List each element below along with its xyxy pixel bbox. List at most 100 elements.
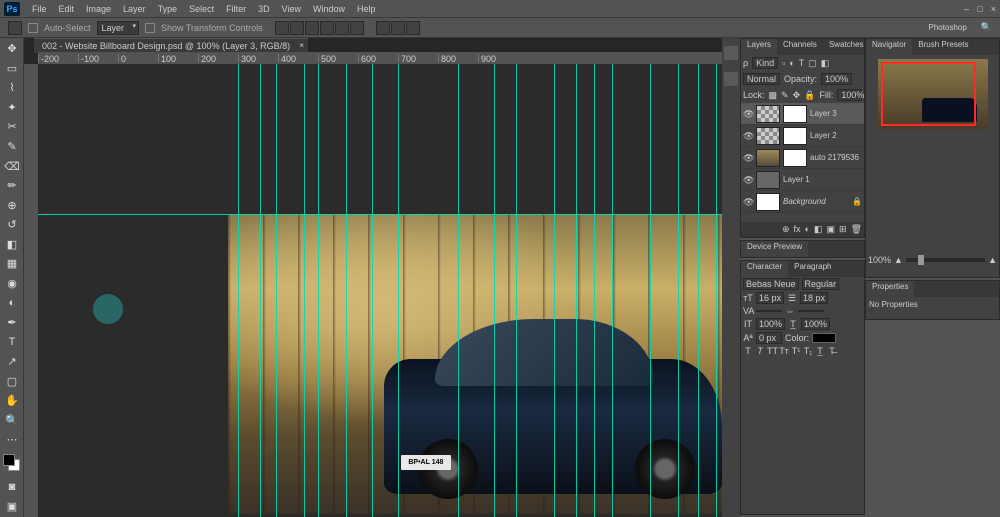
- guide-vertical[interactable]: [372, 64, 373, 517]
- tracking[interactable]: [798, 310, 824, 312]
- align-icon[interactable]: [275, 21, 289, 35]
- path-tool-icon[interactable]: ↗: [2, 353, 22, 371]
- tab-close-icon[interactable]: ×: [299, 41, 304, 50]
- filter-shape-icon[interactable]: ▢: [808, 58, 817, 69]
- guide-vertical[interactable]: [678, 64, 679, 517]
- visibility-icon[interactable]: 👁: [743, 131, 753, 141]
- document-tab[interactable]: 002 - Website Billboard Design.psd @ 100…: [34, 38, 308, 53]
- guide-vertical[interactable]: [318, 64, 319, 517]
- maximize-icon[interactable]: □: [977, 4, 982, 14]
- zoom-out-icon[interactable]: ▲: [894, 255, 903, 265]
- guide-vertical[interactable]: [698, 64, 699, 517]
- fill-value[interactable]: 100%: [837, 89, 862, 101]
- guide-vertical[interactable]: [612, 64, 613, 517]
- visibility-icon[interactable]: 👁: [743, 175, 753, 185]
- layer-thumbnail[interactable]: [756, 193, 780, 211]
- align-icon[interactable]: [320, 21, 334, 35]
- guide-horizontal[interactable]: [38, 214, 722, 215]
- guide-vertical[interactable]: [716, 64, 717, 517]
- layer-action-icon[interactable]: fx: [794, 224, 801, 235]
- font-size[interactable]: 16 px: [756, 292, 784, 304]
- filter-adj-icon[interactable]: ◐: [789, 58, 794, 68]
- menu-file[interactable]: File: [26, 4, 53, 14]
- layer-action-icon[interactable]: ⊞: [839, 224, 847, 235]
- history-panel-icon[interactable]: [724, 46, 738, 60]
- guide-vertical[interactable]: [516, 64, 517, 517]
- menu-help[interactable]: Help: [351, 4, 382, 14]
- filter-smart-icon[interactable]: ◧: [821, 58, 830, 69]
- guide-vertical[interactable]: [494, 64, 495, 517]
- lock-pixels-icon[interactable]: ✎: [781, 90, 789, 101]
- layer-name[interactable]: auto 2179536: [810, 153, 862, 162]
- hand-tool-icon[interactable]: ✋: [2, 392, 22, 410]
- guide-vertical[interactable]: [594, 64, 595, 517]
- tab-paragraph[interactable]: Paragraph: [788, 261, 837, 277]
- menu-view[interactable]: View: [276, 4, 307, 14]
- layer-name[interactable]: Layer 3: [810, 109, 862, 118]
- visibility-icon[interactable]: 👁: [743, 153, 753, 163]
- type-tool-icon[interactable]: T: [2, 333, 22, 351]
- layer-mask-thumbnail[interactable]: [783, 149, 807, 167]
- layer-thumbnail[interactable]: [756, 127, 780, 145]
- guide-vertical[interactable]: [458, 64, 459, 517]
- layer-row[interactable]: 👁 Layer 2: [741, 125, 864, 147]
- layer-row[interactable]: 👁 Layer 1: [741, 169, 864, 191]
- align-icon[interactable]: [350, 21, 364, 35]
- subscript-icon[interactable]: T₁: [803, 346, 813, 356]
- distribute-icon[interactable]: [376, 21, 390, 35]
- screen-mode-icon[interactable]: ▣: [2, 498, 22, 516]
- magic-wand-tool-icon[interactable]: ✦: [2, 99, 22, 117]
- minimize-icon[interactable]: –: [964, 4, 969, 14]
- text-color-swatch[interactable]: [812, 333, 836, 343]
- tab-navigator[interactable]: Navigator: [866, 39, 912, 55]
- allcaps-icon[interactable]: TT: [767, 346, 777, 356]
- opacity-value[interactable]: 100%: [821, 73, 852, 85]
- layer-name[interactable]: Layer 2: [810, 131, 862, 140]
- guide-vertical[interactable]: [398, 64, 399, 517]
- move-tool-icon[interactable]: ✥: [2, 40, 22, 58]
- layer-row[interactable]: 👁 auto 2179536: [741, 147, 864, 169]
- menu-filter[interactable]: Filter: [220, 4, 252, 14]
- layer-action-icon[interactable]: ▣: [827, 224, 836, 235]
- layer-name[interactable]: Layer 1: [783, 175, 862, 184]
- dodge-tool-icon[interactable]: ◐: [2, 294, 22, 312]
- layer-action-icon[interactable]: 🗑: [851, 224, 862, 235]
- menu-window[interactable]: Window: [307, 4, 351, 14]
- zoom-value[interactable]: 100%: [868, 255, 891, 265]
- shape-tool-icon[interactable]: ▢: [2, 372, 22, 390]
- visibility-icon[interactable]: 👁: [743, 197, 753, 207]
- align-icon[interactable]: [335, 21, 349, 35]
- canvas[interactable]: BP•AL 148: [38, 64, 722, 517]
- layer-action-icon[interactable]: ⊕: [782, 224, 790, 235]
- tab-layers[interactable]: Layers: [741, 39, 777, 55]
- leading[interactable]: 18 px: [800, 292, 828, 304]
- menu-select[interactable]: Select: [183, 4, 220, 14]
- blur-tool-icon[interactable]: ◉: [2, 275, 22, 293]
- zoom-in-icon[interactable]: ▲: [988, 255, 997, 265]
- guide-vertical[interactable]: [554, 64, 555, 517]
- menu-3d[interactable]: 3D: [252, 4, 276, 14]
- layer-action-icon[interactable]: ◐: [805, 224, 810, 235]
- hscale[interactable]: 100%: [801, 318, 830, 330]
- strike-icon[interactable]: T̶: [827, 346, 837, 356]
- ruler-horizontal[interactable]: -200-1000100200300400500600700800900: [38, 52, 722, 64]
- smallcaps-icon[interactable]: Tт: [779, 346, 789, 356]
- filter-type[interactable]: Kind: [752, 57, 778, 69]
- lasso-tool-icon[interactable]: ⌇: [2, 79, 22, 97]
- blend-mode[interactable]: Normal: [743, 73, 780, 85]
- ruler-vertical[interactable]: [24, 64, 38, 517]
- vscale[interactable]: 100%: [756, 318, 785, 330]
- tab-channels[interactable]: Channels: [777, 39, 823, 55]
- layer-row[interactable]: 👁Background🔒: [741, 191, 864, 213]
- menu-type[interactable]: Type: [152, 4, 184, 14]
- guide-vertical[interactable]: [276, 64, 277, 517]
- tab-device-preview[interactable]: Device Preview: [741, 241, 808, 257]
- filter-type-icon[interactable]: T: [799, 58, 805, 68]
- healing-brush-tool-icon[interactable]: ⌫: [2, 157, 22, 175]
- visibility-icon[interactable]: 👁: [743, 109, 753, 119]
- tab-properties[interactable]: Properties: [866, 281, 914, 297]
- quick-mask-icon[interactable]: ◙: [2, 478, 22, 496]
- align-icon[interactable]: [305, 21, 319, 35]
- menu-image[interactable]: Image: [80, 4, 117, 14]
- workspace-switcher[interactable]: Photoshop: [929, 23, 967, 32]
